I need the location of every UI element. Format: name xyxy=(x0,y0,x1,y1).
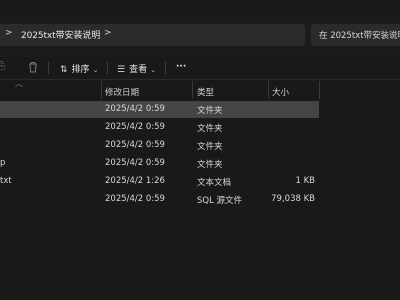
file-type: 文本文档 xyxy=(197,178,232,188)
file-row[interactable]: 2025/4/2 0:59 文件夹 xyxy=(0,101,319,118)
file-name: txt xyxy=(0,176,12,186)
view-icon: ☰ xyxy=(117,65,126,75)
file-type: 文件夹 xyxy=(197,124,223,134)
chevron-right-icon[interactable]: > xyxy=(5,28,13,38)
column-header-date[interactable]: 修改日期 xyxy=(105,86,139,98)
file-type: 文件夹 xyxy=(197,106,223,116)
view-button[interactable]: ☰ 查看 ⌄ xyxy=(117,62,156,75)
search-input[interactable]: 在 2025txt带安装说明 xyxy=(311,24,400,46)
view-label: 查看 xyxy=(129,65,148,75)
trash-icon[interactable] xyxy=(28,61,38,76)
file-type: SQL 源文件 xyxy=(197,196,243,206)
sort-icon: ⇅ xyxy=(60,65,68,75)
toolbar-divider xyxy=(107,61,108,75)
file-row[interactable]: 2025/4/2 0:59 SQL 源文件 79,038 KB xyxy=(0,191,319,208)
share-icon[interactable]: ⎘ xyxy=(0,61,5,72)
sort-label: 排序 xyxy=(71,65,90,75)
search-placeholder: 在 2025txt带安装说明 xyxy=(319,31,400,41)
file-row[interactable]: 2025/4/2 0:59 文件夹 xyxy=(0,137,319,154)
sort-button[interactable]: ⇅ 排序 ⌄ xyxy=(60,62,98,75)
file-date: 2025/4/2 1:26 xyxy=(105,176,165,186)
file-date: 2025/4/2 0:59 xyxy=(105,122,165,132)
more-options-button[interactable]: ··· xyxy=(176,62,186,72)
column-header-size[interactable]: 大小 xyxy=(272,86,289,98)
column-divider[interactable] xyxy=(319,81,320,99)
file-row[interactable]: txt 2025/4/2 1:26 文本文档 1 KB xyxy=(0,173,319,190)
toolbar-divider xyxy=(165,61,166,75)
address-bar[interactable]: > 2025txt带安装说明 > xyxy=(0,24,305,46)
column-header-type[interactable]: 类型 xyxy=(197,86,214,98)
file-date: 2025/4/2 0:59 xyxy=(105,158,165,168)
file-date: 2025/4/2 0:59 xyxy=(105,194,165,204)
column-divider[interactable] xyxy=(101,81,102,99)
breadcrumb-folder[interactable]: 2025txt带安装说明 xyxy=(21,28,100,41)
file-date: 2025/4/2 0:59 xyxy=(105,104,165,114)
toolbar-divider xyxy=(48,61,49,75)
chevron-right-icon[interactable]: > xyxy=(104,28,112,38)
file-size: 79,038 KB xyxy=(271,194,315,204)
sort-ascending-icon: ︿ xyxy=(15,79,23,88)
file-name: p xyxy=(0,158,6,168)
file-date: 2025/4/2 0:59 xyxy=(105,140,165,150)
column-divider[interactable] xyxy=(268,81,269,99)
command-bar: ⎘ ⇅ 排序 ⌄ ☰ 查看 ⌄ ··· xyxy=(0,57,400,80)
column-header-row: ︿ 修改日期 类型 大小 xyxy=(0,79,400,100)
chevron-down-icon: ⌄ xyxy=(92,66,99,74)
file-size: 1 KB xyxy=(295,176,315,186)
file-row[interactable]: 2025/4/2 0:59 文件夹 xyxy=(0,119,319,136)
file-type: 文件夹 xyxy=(197,160,223,170)
column-divider[interactable] xyxy=(192,81,193,99)
file-type: 文件夹 xyxy=(197,142,223,152)
chevron-down-icon: ⌄ xyxy=(150,66,156,74)
file-row[interactable]: p 2025/4/2 0:59 文件夹 xyxy=(0,155,319,172)
